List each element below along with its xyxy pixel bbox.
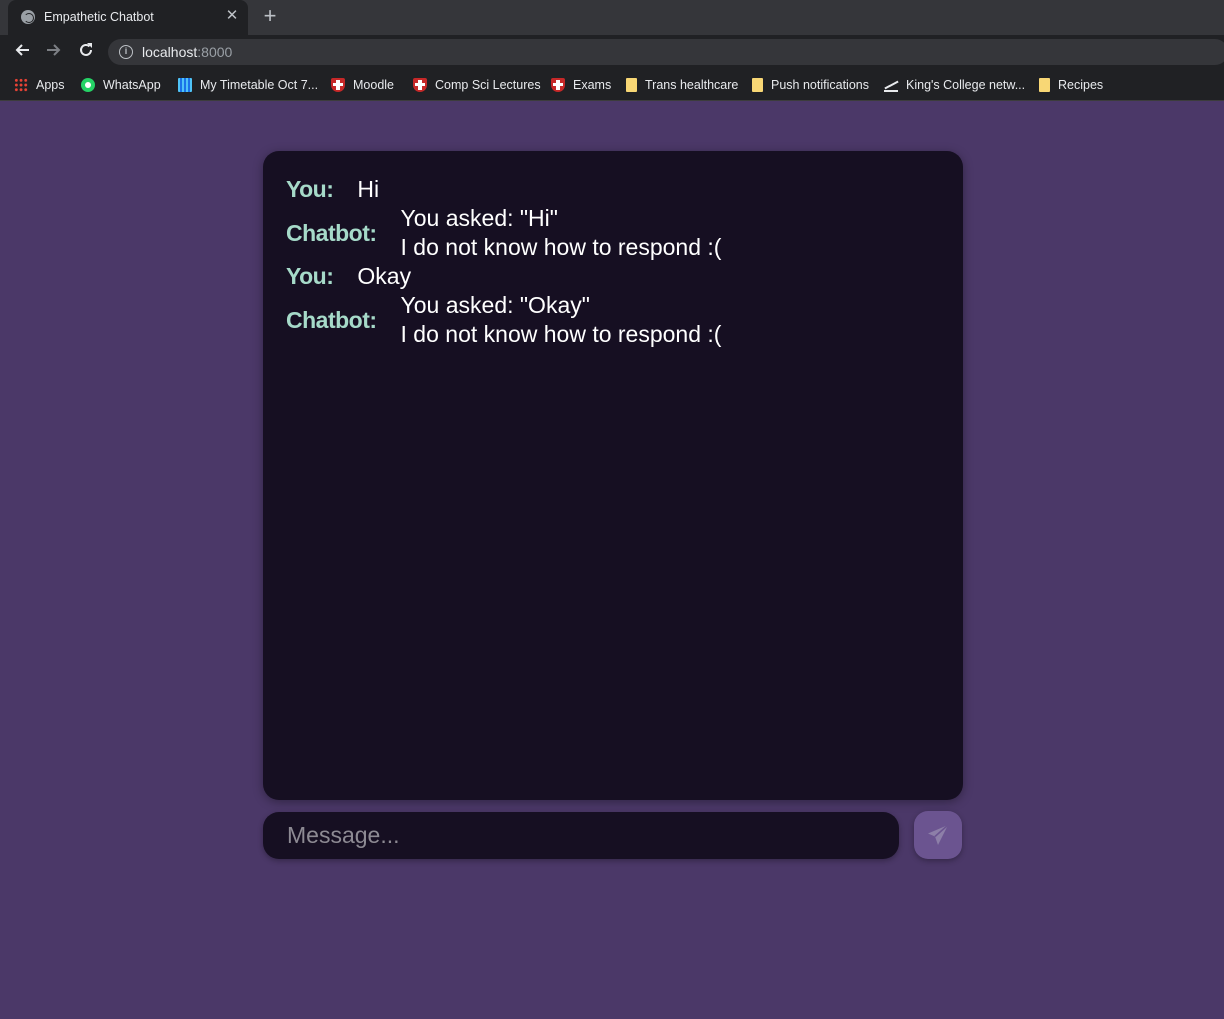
bot-message: Chatbot: You asked: "Okay" I do not know… — [286, 291, 721, 349]
back-arrow-icon[interactable] — [10, 40, 34, 64]
message-text: Okay — [357, 262, 411, 291]
bookmark-push-notifications[interactable]: Push notifications — [752, 76, 869, 94]
sender-label: You: — [286, 263, 334, 289]
bookmark-label: Comp Sci Lectures — [435, 78, 541, 92]
reload-icon[interactable] — [74, 40, 98, 64]
bookmark-label: Apps — [36, 78, 65, 92]
message-line: Okay — [357, 263, 412, 289]
bookmark-comp-sci-lectures[interactable]: Comp Sci Lectures — [413, 76, 541, 94]
bot-message: Chatbot: You asked: "Hi" I do not know h… — [286, 204, 721, 262]
bookmark-trans-healthcare[interactable]: Trans healthcare — [626, 76, 738, 94]
whatsapp-icon — [81, 78, 95, 92]
sender-label: You: — [286, 176, 334, 202]
browser-tabstrip: Empathetic Chatbot ✕ + — [0, 0, 1224, 35]
bookmark-exams[interactable]: Exams — [551, 76, 611, 94]
message-line: You asked: "Okay" — [400, 292, 590, 318]
send-button[interactable] — [914, 811, 962, 859]
sender-label: Chatbot: — [286, 219, 377, 246]
user-message: You: Hi — [286, 175, 379, 204]
bookmark-label: Recipes — [1058, 78, 1104, 92]
bookmark-label: Exams — [573, 78, 612, 92]
close-tab-icon[interactable]: ✕ — [224, 8, 240, 24]
chat-log-panel[interactable]: You: Hi Chatbot: You asked: "Hi" I do no… — [263, 151, 963, 800]
crest-icon — [551, 78, 565, 92]
bookmark-whatsapp[interactable]: WhatsApp — [81, 76, 161, 94]
url-host: localhost — [142, 44, 198, 60]
user-message: You: Okay — [286, 262, 411, 291]
address-bar[interactable]: i localhost:8000 — [108, 39, 1224, 65]
message-line: You asked: "Hi" — [400, 205, 558, 231]
url-port: :8000 — [197, 44, 233, 60]
bookmark-label: Moodle — [353, 78, 394, 92]
bookmark-kings-college[interactable]: King's College netw... — [884, 76, 1025, 94]
message-line: I do not know how to respond :( — [400, 321, 722, 347]
message-text: You asked: "Okay" I do not know how to r… — [401, 291, 722, 349]
crest-icon — [331, 78, 345, 92]
message-input[interactable] — [263, 812, 899, 859]
new-tab-button[interactable]: + — [258, 5, 282, 29]
browser-tab[interactable]: Empathetic Chatbot ✕ — [8, 0, 248, 35]
crest-icon — [413, 78, 427, 92]
folder-icon — [1039, 78, 1050, 92]
kings-icon — [884, 78, 898, 92]
message-input-container — [263, 812, 899, 859]
message-text: Hi — [357, 175, 379, 204]
tab-title: Empathetic Chatbot — [44, 10, 154, 24]
info-icon[interactable]: i — [119, 45, 133, 59]
forward-arrow-icon[interactable] — [42, 40, 66, 64]
browser-toolbar: i localhost:8000 — [0, 35, 1224, 69]
folder-icon — [752, 78, 763, 92]
bookmark-label: Push notifications — [771, 78, 869, 92]
bookmark-apps[interactable]: Apps — [14, 76, 65, 94]
send-icon — [928, 824, 949, 845]
bookmarks-bar: Apps WhatsApp My Timetable Oct 7... Mood… — [0, 69, 1224, 101]
sender-label: Chatbot: — [286, 306, 377, 333]
calendar-icon — [178, 78, 192, 92]
bookmark-label: WhatsApp — [103, 78, 161, 92]
bookmark-timetable[interactable]: My Timetable Oct 7... — [178, 76, 318, 94]
url-text: localhost:8000 — [142, 44, 232, 60]
bookmark-label: My Timetable Oct 7... — [200, 78, 319, 92]
bookmark-moodle[interactable]: Moodle — [331, 76, 394, 94]
message-line: Hi — [357, 176, 380, 202]
bookmark-label: King's College netw... — [906, 78, 1026, 92]
apps-grid-icon — [14, 78, 28, 92]
bookmark-label: Trans healthcare — [645, 78, 739, 92]
message-text: You asked: "Hi" I do not know how to res… — [401, 204, 722, 262]
bookmark-recipes[interactable]: Recipes — [1039, 76, 1103, 94]
globe-icon — [21, 10, 35, 24]
message-line: I do not know how to respond :( — [400, 234, 722, 260]
folder-icon — [626, 78, 637, 92]
